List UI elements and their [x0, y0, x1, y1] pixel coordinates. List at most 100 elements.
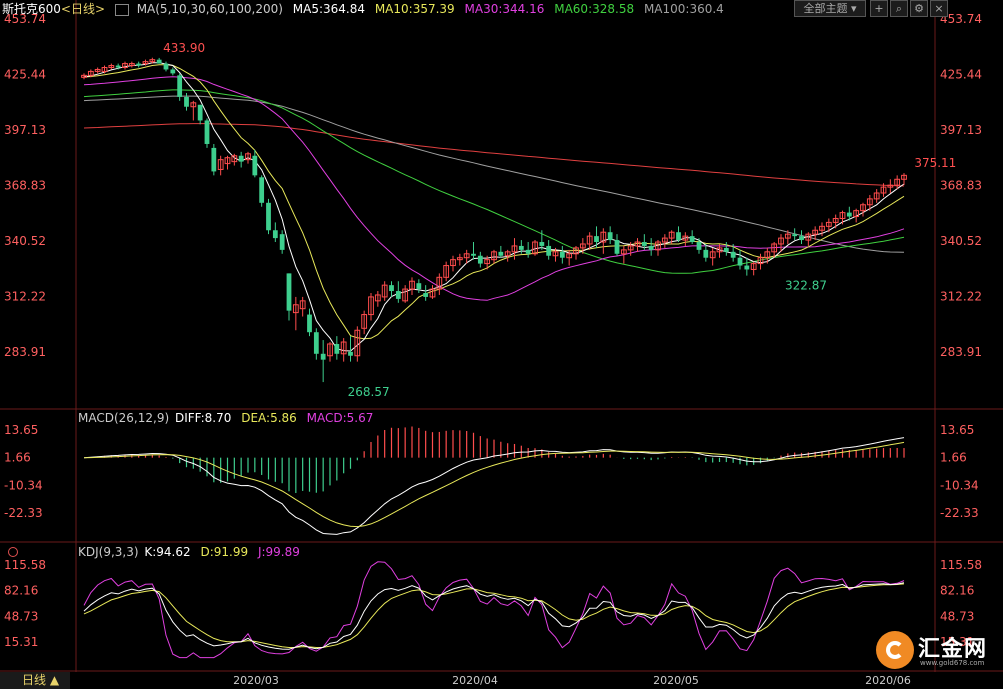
candle-body [539, 242, 545, 246]
kdj-y-tick-left: 48.73 [4, 609, 38, 623]
ma60-value: MA60:328.58 [554, 2, 635, 16]
candle-body [395, 291, 401, 299]
candle-body [252, 155, 258, 176]
price-annotation: 268.57 [348, 385, 390, 399]
candle-body [730, 251, 736, 258]
ma30-line [83, 76, 905, 301]
candle-body [846, 212, 852, 217]
candle-body [525, 249, 531, 254]
candle-body [641, 242, 647, 246]
candle-body [477, 255, 483, 264]
candle-body [471, 253, 476, 256]
macd-y-tick-left: 1.66 [4, 451, 31, 465]
macd-header: MACD(26,12,9) DIFF:8.70 DEA:5.86 MACD:5.… [78, 410, 379, 426]
price-y-tick-left: 425.44 [4, 67, 46, 81]
period-tab[interactable]: 日线 ▲ [0, 672, 70, 689]
price-y-tick-right: 312.22 [940, 289, 982, 303]
kdj-d-line [83, 583, 905, 649]
price-annotation: 322.87 [785, 279, 827, 293]
candle-body [696, 242, 702, 250]
ma-params[interactable]: MA(5,10,30,60,100,200) [137, 2, 283, 16]
candle-body [607, 232, 613, 241]
candle-body [184, 96, 189, 107]
price-y-tick-left: 340.52 [4, 234, 46, 248]
close-icon[interactable]: × [930, 0, 948, 17]
candle-body [115, 65, 121, 68]
macd-y-tick-left: -22.33 [4, 506, 43, 520]
x-date-label: 2020/06 [865, 674, 911, 687]
stock-chart-window: 453.74 453.74 425.44 425.44 397.13 397.13 368.… [0, 0, 1003, 689]
candle-body [259, 177, 265, 203]
candle-body [792, 234, 798, 237]
settings-icon[interactable]: ⚙ [910, 0, 928, 17]
macd-dea: DEA:5.86 [241, 411, 297, 425]
x-date-label: 2020/05 [653, 674, 699, 687]
kdj-settings-icon[interactable] [8, 547, 18, 557]
ma30-value: MA30:344.16 [464, 2, 545, 16]
candle-body [238, 155, 244, 162]
ma10-value: MA10:357.39 [374, 2, 455, 16]
candle-body [177, 75, 183, 97]
price-annotation: 433.90 [163, 41, 205, 55]
kdj-d: D:91.99 [200, 545, 249, 559]
kdj-y-tick-left: 15.31 [4, 635, 38, 649]
candle-body [320, 353, 326, 360]
macd-y-tick-right: 13.65 [940, 423, 974, 437]
search-icon[interactable]: ⌕ [890, 0, 908, 17]
candle-body [313, 332, 319, 354]
theme-dropdown-label: 全部主题 [803, 2, 848, 15]
price-y-tick-right: 283.91 [940, 345, 982, 359]
candle-body [546, 245, 552, 256]
add-icon[interactable]: + [870, 0, 888, 17]
price-y-tick-right: 425.44 [940, 67, 982, 81]
macd-y-tick-right: -10.34 [940, 478, 979, 492]
candle-body [498, 251, 504, 256]
candle-body [559, 251, 565, 258]
symbol-name[interactable]: 斯托克600 [2, 2, 61, 16]
candle-body [197, 104, 203, 121]
ma10-line [83, 64, 905, 340]
candle-body [423, 293, 429, 297]
candle-body [307, 314, 312, 333]
candle-body [723, 247, 729, 252]
logo-url: www.gold678.com [920, 659, 985, 667]
chart-canvas[interactable]: 453.74 453.74425.44 425.44397.13 397.13368.… [0, 0, 1003, 689]
period-label[interactable]: <日线> [61, 2, 105, 16]
candle-body [614, 240, 620, 254]
candle-body [286, 273, 292, 311]
candle-body [389, 285, 394, 292]
huijin-logo: 汇金网 www.gold678.com [876, 629, 988, 673]
logo-mark-icon [876, 631, 914, 669]
candle-body [211, 147, 217, 172]
candle-body [279, 234, 285, 250]
x-date-label: 2020/04 [452, 674, 498, 687]
macd-params[interactable]: MACD(26,12,9) [78, 411, 169, 425]
kdj-y-tick-right: 48.73 [940, 609, 974, 623]
price-y-tick-right: 368.83 [940, 178, 982, 192]
price-y-tick-left: 312.22 [4, 289, 46, 303]
candle-body [518, 245, 524, 250]
x-date-label: 2020/03 [233, 674, 279, 687]
theme-dropdown[interactable]: 全部主题 ▾ [794, 0, 866, 17]
kdj-y-tick-right: 115.58 [940, 558, 982, 572]
ma5-value: MA5:364.84 [292, 2, 365, 16]
candle-body [272, 230, 278, 239]
macd-y-tick-left: 13.65 [4, 423, 38, 437]
candle-body [136, 63, 142, 66]
kdj-k: K:94.62 [144, 545, 191, 559]
period-tab-label: 日线 [22, 673, 47, 687]
kdj-y-tick-right: 82.16 [940, 584, 974, 598]
chart-type-icon[interactable] [114, 3, 129, 16]
price-header: 斯托克600<日线> MA(5,10,30,60,100,200) MA5:36… [2, 1, 730, 17]
ma100-value: MA100:360.4 [643, 2, 724, 16]
price-y-tick-right: 340.52 [940, 234, 982, 248]
macd-y-tick-right: -22.33 [940, 506, 979, 520]
candle-body [703, 249, 709, 258]
macd-y-tick-left: -10.34 [4, 478, 43, 492]
price-y-tick-right: 397.13 [940, 123, 982, 137]
candle-body [799, 236, 804, 241]
price-y-tick-left: 283.91 [4, 345, 46, 359]
price-annotation: 375.11 [914, 156, 956, 170]
kdj-params[interactable]: KDJ(9,3,3) [78, 545, 139, 559]
kdj-k-line [83, 582, 905, 650]
